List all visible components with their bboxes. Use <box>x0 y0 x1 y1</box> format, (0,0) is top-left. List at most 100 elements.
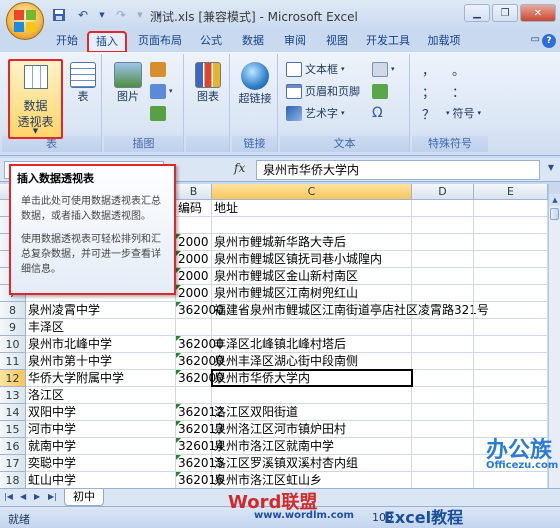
cell-e[interactable] <box>474 234 548 251</box>
colon-symbol-button[interactable]: ： <box>452 82 465 101</box>
cell-a[interactable]: 洛江区 <box>26 387 176 404</box>
cell-b[interactable]: 362000 <box>176 353 224 370</box>
cell-b[interactable] <box>176 387 212 404</box>
scroll-thumb[interactable] <box>550 208 559 220</box>
cell-c[interactable]: 泉州市鲤城区金山新村南区 <box>212 268 412 285</box>
ribbon-minimize-icon[interactable]: ▭ <box>531 34 540 45</box>
office-button[interactable] <box>6 2 44 40</box>
cell-c[interactable]: 洛江区罗溪镇双溪村杏内组 <box>212 455 412 472</box>
cell-b[interactable]: 362012 <box>176 404 224 421</box>
cell-e[interactable] <box>474 251 548 268</box>
tab-review[interactable]: 审阅 <box>278 32 312 52</box>
cell-d[interactable] <box>412 302 474 319</box>
object-button[interactable] <box>372 82 388 100</box>
cell-b[interactable] <box>176 319 212 336</box>
column-header-d[interactable]: D <box>412 184 474 200</box>
cell-e[interactable] <box>474 472 548 488</box>
row-header[interactable]: 10 <box>0 336 26 353</box>
cell-c[interactable]: 泉州市鲤城区镇抚司巷小城隍内 <box>212 251 412 268</box>
redo-dropdown-icon[interactable]: ▼ <box>136 6 144 24</box>
split-box[interactable] <box>549 184 560 194</box>
pivot-table-button[interactable]: 数据 透视表 ▼ <box>8 59 63 139</box>
redo-icon[interactable]: ↷ <box>112 6 130 24</box>
cell-c[interactable]: 泉州市鲤城区江南树兜红山 <box>212 285 412 302</box>
row-header[interactable]: 18 <box>0 472 26 488</box>
semicolon-symbol-button[interactable]: ； <box>422 82 435 101</box>
cell-d[interactable] <box>412 472 474 488</box>
column-header-b[interactable]: B <box>176 184 212 200</box>
cell-e[interactable] <box>474 404 548 421</box>
cell-d[interactable] <box>412 455 474 472</box>
smartart-button[interactable] <box>150 104 166 122</box>
cell-d[interactable] <box>412 370 474 387</box>
row-header[interactable]: 13 <box>0 387 26 404</box>
cell-a[interactable]: 泉州市第十中学 <box>26 353 176 370</box>
cell-e[interactable] <box>474 319 548 336</box>
signature-line-button[interactable]: ▾ <box>372 60 395 78</box>
wordart-button[interactable]: 艺术字 ▾ <box>286 104 345 122</box>
cell-c[interactable]: 泉州丰泽区湖心街中段南侧 <box>212 353 412 370</box>
expand-formula-icon[interactable]: ▼ <box>548 163 554 172</box>
cell-d[interactable] <box>412 438 474 455</box>
comma-symbol-button[interactable]: ， <box>422 60 435 79</box>
cell-c[interactable]: 泉州洛江区河市镇炉田村 <box>212 421 412 438</box>
cell-e[interactable] <box>474 336 548 353</box>
tab-formulas[interactable]: 公式 <box>194 32 228 52</box>
cell-a[interactable]: 就南中学 <box>26 438 176 455</box>
cell-b[interactable]: 362000 <box>176 336 224 353</box>
cell-d[interactable] <box>412 217 474 234</box>
cell-b[interactable]: 2000 <box>176 268 212 285</box>
tab-view[interactable]: 视图 <box>320 32 354 52</box>
cell-d[interactable] <box>412 404 474 421</box>
chart-button[interactable]: 图表 <box>192 62 224 103</box>
row-header[interactable]: 16 <box>0 438 26 455</box>
cell-e[interactable] <box>474 268 548 285</box>
row-header[interactable]: 12 <box>0 370 26 387</box>
tab-insert[interactable]: 插入 <box>87 31 127 53</box>
cell-b[interactable]: 2000 <box>176 234 212 251</box>
cell-b[interactable]: 362000 <box>176 370 224 387</box>
cell-b[interactable] <box>176 217 212 234</box>
column-header-c[interactable]: C <box>212 184 412 200</box>
tab-addins[interactable]: 加载项 <box>422 32 466 52</box>
cell-c[interactable]: 泉州市华侨大学内 <box>212 370 412 387</box>
prev-sheet-icon[interactable]: ◀ <box>20 492 26 501</box>
cell-d[interactable] <box>412 285 474 302</box>
cell-c[interactable]: 丰泽区北峰镇北峰村塔后 <box>212 336 412 353</box>
cell-a[interactable]: 华侨大学附属中学 <box>26 370 176 387</box>
cell-b[interactable]: 362015 <box>176 455 224 472</box>
cell-b[interactable]: 326014 <box>176 438 224 455</box>
cell-e[interactable] <box>474 200 548 217</box>
table-button[interactable]: 表 <box>68 62 98 103</box>
cell-e[interactable] <box>474 302 548 319</box>
scroll-up-icon[interactable]: ▲ <box>549 194 560 206</box>
tab-home[interactable]: 开始 <box>50 32 84 52</box>
period-symbol-button[interactable]: 。 <box>452 60 465 79</box>
first-sheet-icon[interactable]: |◀ <box>4 492 13 501</box>
textbox-button[interactable]: 文本框 ▾ <box>286 60 345 78</box>
cell-d[interactable] <box>412 336 474 353</box>
cell-d[interactable] <box>412 251 474 268</box>
cell-e[interactable] <box>474 387 548 404</box>
tab-developer[interactable]: 开发工具 <box>360 32 416 52</box>
cell-c[interactable]: 泉州市洛江区就南中学 <box>212 438 412 455</box>
fx-icon[interactable]: fx <box>234 161 245 175</box>
column-header-e[interactable]: E <box>474 184 548 200</box>
row-header[interactable]: 14 <box>0 404 26 421</box>
cell-a[interactable]: 虹山中学 <box>26 472 176 488</box>
last-sheet-icon[interactable]: ▶| <box>48 492 57 501</box>
cell-d[interactable] <box>412 421 474 438</box>
help-icon[interactable]: ? <box>542 34 556 48</box>
cell-e[interactable] <box>474 217 548 234</box>
cell-d[interactable] <box>412 268 474 285</box>
cell-b[interactable]: 362013 <box>176 421 224 438</box>
cell-c[interactable]: 地址 <box>212 200 412 217</box>
save-icon[interactable] <box>50 6 68 24</box>
row-header[interactable]: 11 <box>0 353 26 370</box>
hyperlink-button[interactable]: 超链接 <box>234 62 276 105</box>
undo-dropdown-icon[interactable]: ▼ <box>98 6 106 24</box>
clipart-button[interactable] <box>150 60 166 78</box>
row-header[interactable]: 9 <box>0 319 26 336</box>
row-header[interactable]: 8 <box>0 302 26 319</box>
minimize-icon[interactable]: ▁ <box>464 4 490 22</box>
